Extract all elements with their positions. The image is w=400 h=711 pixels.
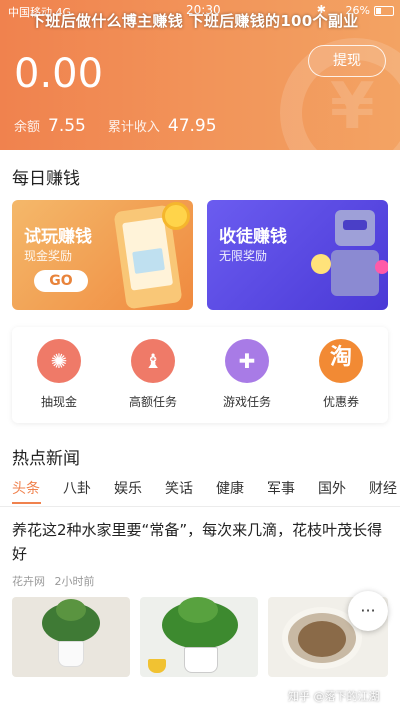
lottery-wheel-icon: ✺ xyxy=(37,339,81,383)
trial-card-title: 试玩赚钱 xyxy=(24,227,92,247)
app-screen: ¥ 中国移动 4G 20:30 ✱ 26% 下班后做什么博主赚钱 下班后赚钱的1… xyxy=(0,0,400,711)
article-thumbnail[interactable] xyxy=(140,597,258,677)
quick-action-label: 高额任务 xyxy=(128,395,177,409)
taobao-icon: 淘 xyxy=(319,339,363,383)
recruit-earn-card[interactable]: 收徒赚钱 无限奖励 xyxy=(207,200,388,310)
quick-action-coupons[interactable]: 淘 优惠券 xyxy=(301,339,381,410)
tab-military[interactable]: 军事 xyxy=(267,478,295,502)
total-income-label: 累计收入 xyxy=(107,120,160,135)
tab-headlines[interactable]: 头条 xyxy=(12,478,40,502)
robot-illustration xyxy=(311,210,388,306)
article-title[interactable]: 养花这2种水家里要“常备”，每次来几滴，花枝叶茂长得好 xyxy=(12,518,386,566)
go-button[interactable]: GO xyxy=(34,270,88,292)
active-tab-indicator xyxy=(12,502,41,504)
balance-amount: 0.00 xyxy=(14,51,104,97)
tab-gossip[interactable]: 八卦 xyxy=(63,478,91,502)
recruit-card-title: 收徒赚钱 xyxy=(219,227,287,247)
article-meta: 花卉网 2小时前 xyxy=(12,573,101,589)
money-bag-icon: ♝ xyxy=(131,339,175,383)
tab-health[interactable]: 健康 xyxy=(216,478,244,502)
gamepad-icon: ✚ xyxy=(225,339,269,383)
overlay-caption: 下班后做什么博主赚钱 下班后赚钱的100个副业 xyxy=(30,12,359,30)
hot-news-title: 热点新闻 xyxy=(12,449,80,469)
news-tab-bar: 头条 八卦 娱乐 笑话 健康 军事 国外 财经 科 xyxy=(12,478,400,502)
quick-action-label: 抽现金 xyxy=(40,395,77,409)
balance-label: 余额 xyxy=(14,120,41,135)
quick-action-label: 优惠券 xyxy=(322,395,359,409)
article-time: 2小时前 xyxy=(54,575,95,588)
coin-illustration xyxy=(162,202,190,230)
quick-action-lottery[interactable]: ✺ 抽现金 xyxy=(19,339,99,410)
quick-action-game-tasks[interactable]: ✚ 游戏任务 xyxy=(207,339,287,410)
total-income-value: 47.95 xyxy=(167,116,217,136)
chat-bubble-icon: ··· xyxy=(360,601,376,620)
recruit-card-subtitle: 无限奖励 xyxy=(219,249,268,263)
tab-international[interactable]: 国外 xyxy=(318,478,346,502)
article-source: 花卉网 xyxy=(12,575,45,588)
tab-jokes[interactable]: 笑话 xyxy=(165,478,193,502)
chat-support-button[interactable]: ··· xyxy=(348,591,388,631)
trial-card-subtitle: 现金奖励 xyxy=(24,249,73,263)
quick-action-label: 游戏任务 xyxy=(222,395,271,409)
trial-earn-card[interactable]: 试玩赚钱 现金奖励 GO xyxy=(12,200,193,310)
quick-action-high-tasks[interactable]: ♝ 高额任务 xyxy=(113,339,193,410)
balance-value: 7.55 xyxy=(48,116,86,136)
tab-entertainment[interactable]: 娱乐 xyxy=(114,478,142,502)
battery-icon xyxy=(374,6,394,16)
watermark: 知乎 @落下的江湖 xyxy=(288,690,380,703)
tab-finance[interactable]: 财经 xyxy=(369,478,397,502)
balance-stats: 余额 7.55 累计收入 47.95 xyxy=(14,116,239,136)
daily-earn-title: 每日赚钱 xyxy=(12,169,80,189)
withdraw-button[interactable]: 提现 xyxy=(308,45,386,77)
quick-actions: ✺ 抽现金 ♝ 高额任务 ✚ 游戏任务 淘 优惠券 xyxy=(12,327,388,423)
wallet-header: ¥ 中国移动 4G 20:30 ✱ 26% 下班后做什么博主赚钱 下班后赚钱的1… xyxy=(0,0,400,150)
article-thumbnail[interactable] xyxy=(12,597,130,677)
divider xyxy=(0,506,400,507)
